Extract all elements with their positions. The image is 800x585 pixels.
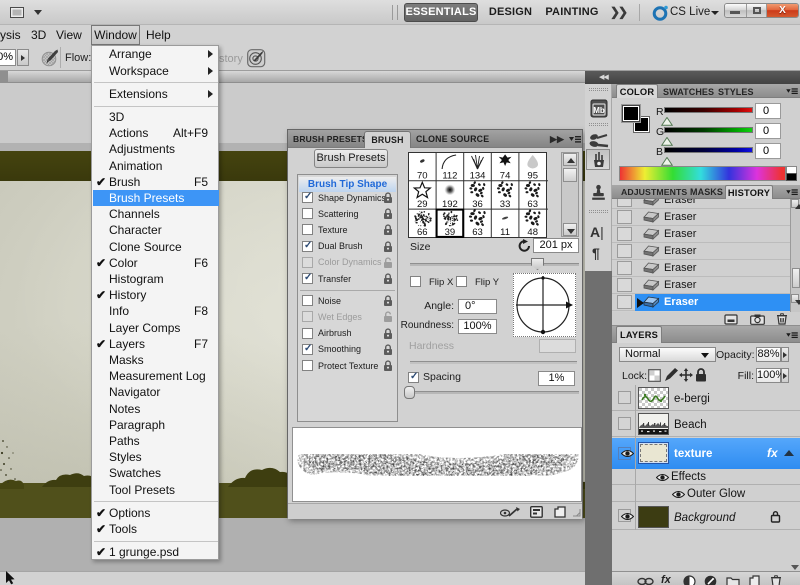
svg-text:48: 48 xyxy=(527,227,538,238)
svg-text:63: 63 xyxy=(527,199,538,210)
svg-text:33: 33 xyxy=(500,199,511,210)
svg-text:66: 66 xyxy=(417,227,428,238)
svg-text:134: 134 xyxy=(470,171,486,182)
svg-text:11: 11 xyxy=(500,227,510,238)
svg-text:192: 192 xyxy=(442,199,458,210)
svg-text:29: 29 xyxy=(417,199,428,210)
svg-text:36: 36 xyxy=(472,199,483,210)
svg-text:74: 74 xyxy=(500,171,511,182)
svg-text:Mb: Mb xyxy=(593,106,605,115)
svg-text:112: 112 xyxy=(442,171,457,182)
svg-text:70: 70 xyxy=(417,171,428,182)
svg-text:95: 95 xyxy=(527,171,538,182)
svg-text:63: 63 xyxy=(472,227,483,238)
